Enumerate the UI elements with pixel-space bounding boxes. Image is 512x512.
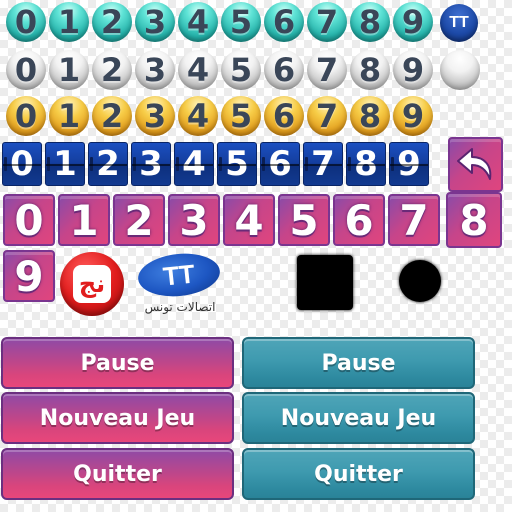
blue-tile-8: 8 [346, 142, 386, 186]
tt-logo-arabic: اتصالات تونس [144, 300, 216, 314]
teal-digit-4: 4 [178, 2, 218, 42]
gold-digit-6: 6 [264, 96, 304, 136]
silver-digit-5: 5 [221, 50, 261, 90]
pause-button-teal[interactable]: Pause [242, 337, 475, 389]
square-icon [297, 255, 353, 310]
blue-tile-2: 2 [88, 142, 128, 186]
pink-tile-6: 6 [333, 194, 385, 246]
blue-tile-4: 4 [174, 142, 214, 186]
gold-digit-3: 3 [135, 96, 175, 136]
silver-digit-1: 1 [49, 50, 89, 90]
circle-icon [399, 260, 441, 302]
silver-digit-4: 4 [178, 50, 218, 90]
blue-tile-9: 9 [389, 142, 429, 186]
pink-tile-0: 0 [3, 194, 55, 246]
silver-digit-0: 0 [6, 50, 46, 90]
gold-digit-0: 0 [6, 96, 46, 136]
quit-button-pink[interactable]: Quitter [1, 448, 234, 500]
quit-button-teal[interactable]: Quitter [242, 448, 475, 500]
gold-digit-8: 8 [350, 96, 390, 136]
silver-digit-9: 9 [393, 50, 433, 90]
pink-tile-5: 5 [278, 194, 330, 246]
gold-digit-1: 1 [49, 96, 89, 136]
nj-logo-mark: نج [73, 265, 111, 303]
teal-digit-1: 1 [49, 2, 89, 42]
pink-tile-8: 8 [446, 192, 502, 248]
silver-digit-3: 3 [135, 50, 175, 90]
blue-tile-6: 6 [260, 142, 300, 186]
silver-digit-2: 2 [92, 50, 132, 90]
teal-digit-0: 0 [6, 2, 46, 42]
blue-tile-1: 1 [45, 142, 85, 186]
undo-button[interactable] [448, 137, 503, 192]
tunisie-telecom-logo: TT اتصالات تونس [130, 249, 230, 330]
pink-tile-4: 4 [223, 194, 275, 246]
teal-digit-8: 8 [350, 2, 390, 42]
silver-digit-8: 8 [350, 50, 390, 90]
gold-digit-2: 2 [92, 96, 132, 136]
teal-digit-7: 7 [307, 2, 347, 42]
pink-tile-3: 3 [168, 194, 220, 246]
pink-tile-9: 9 [3, 250, 55, 302]
gold-digit-9: 9 [393, 96, 433, 136]
gold-digit-7: 7 [307, 96, 347, 136]
nj-logo: نج [60, 252, 124, 316]
undo-arrow-icon [456, 147, 491, 180]
pink-tile-1: 1 [58, 194, 110, 246]
new-game-button-pink[interactable]: Nouveau Jeu [1, 392, 234, 444]
pause-button-pink[interactable]: Pause [1, 337, 234, 389]
pink-tile-7: 7 [388, 194, 440, 246]
tt-logo-ball: TT [440, 4, 478, 42]
blue-tile-3: 3 [131, 142, 171, 186]
teal-digit-5: 5 [221, 2, 261, 42]
silver-digit-7: 7 [307, 50, 347, 90]
silver-digit-6: 6 [264, 50, 304, 90]
teal-digit-2: 2 [92, 2, 132, 42]
teal-digit-9: 9 [393, 2, 433, 42]
tt-logo-mark: TT [136, 249, 222, 301]
teal-digit-6: 6 [264, 2, 304, 42]
blue-tile-0: 0 [2, 142, 42, 186]
gold-digit-5: 5 [221, 96, 261, 136]
pink-tile-2: 2 [113, 194, 165, 246]
blue-tile-7: 7 [303, 142, 343, 186]
gold-digit-4: 4 [178, 96, 218, 136]
blue-tile-5: 5 [217, 142, 257, 186]
silver-blank-ball [440, 50, 480, 90]
new-game-button-teal[interactable]: Nouveau Jeu [242, 392, 475, 444]
teal-digit-3: 3 [135, 2, 175, 42]
